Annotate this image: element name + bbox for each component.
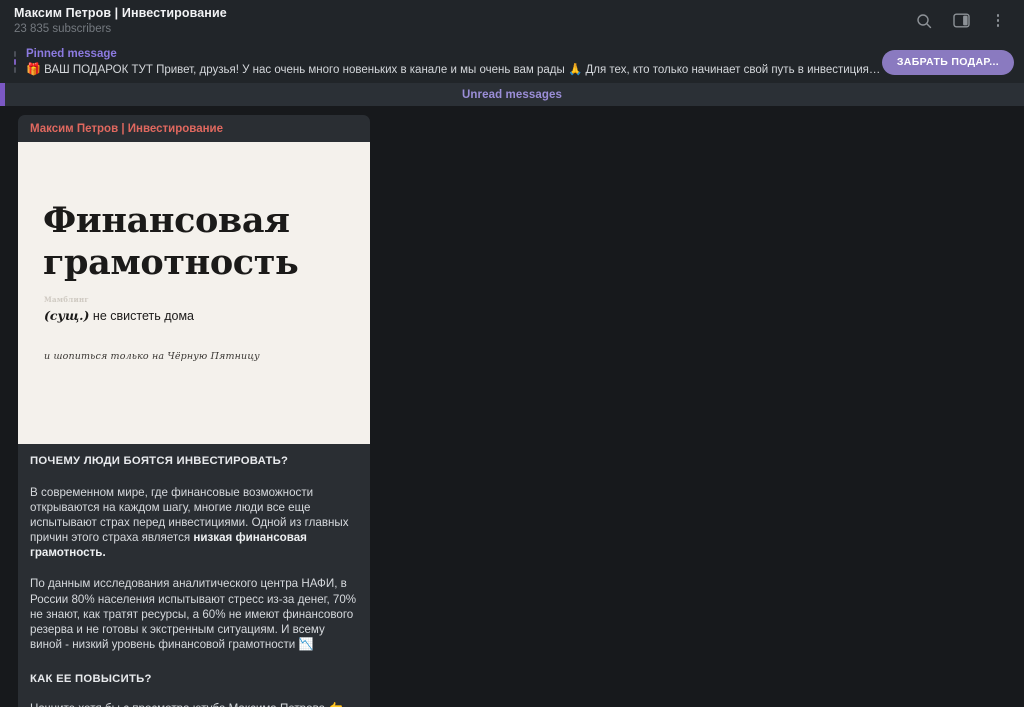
sidebar-toggle-icon[interactable] [951, 11, 971, 31]
pinned-message-bar[interactable]: Pinned message 🎁 ВАШ ПОДАРОК ТУТ Привет,… [0, 41, 1024, 83]
poster-title: Финансовая грамотность [43, 200, 350, 284]
chart-decreasing-icon: 📉 [298, 636, 314, 651]
pinned-message-text: 🎁 ВАШ ПОДАРОК ТУТ Привет, друзья! У нас … [26, 62, 882, 78]
claim-gift-button[interactable]: ЗАБРАТЬ ПОДАР... [881, 49, 1014, 75]
message-list[interactable]: Максим Петров | Инвестирование Финансова… [0, 106, 1024, 707]
poster-title-line1: Финансовая [43, 200, 290, 241]
pointing-right-icon: 👉 [328, 701, 343, 707]
message-photo[interactable]: Финансовая грамотность Мамблинг (сущ.) н… [18, 142, 370, 444]
more-menu-icon[interactable] [988, 11, 1008, 31]
message-heading-2: КАК ЕЕ ПОВЫСИТЬ? [30, 672, 152, 685]
poster-watermark: Мамблинг [44, 295, 89, 304]
pinned-message-content: Pinned message 🎁 ВАШ ПОДАРОК ТУТ Привет,… [26, 47, 882, 78]
pinned-message-body: ВАШ ПОДАРОК ТУТ Привет, друзья! У нас оч… [44, 63, 882, 76]
more-menu-dots [996, 14, 1000, 27]
poster-part-of-speech: (сущ.) [44, 308, 90, 323]
poster-title-line2: грамотность [43, 242, 299, 283]
message-paragraph-1: В современном мире, где финансовые возмо… [30, 485, 358, 560]
message-heading-1: ПОЧЕМУ ЛЮДИ БОЯТСЯ ИНВЕСТИРОВАТЬ? [30, 455, 289, 467]
unread-messages-divider: Unread messages [0, 83, 1024, 106]
message-paragraph-3: Начните хотя бы с просмотра ютуба Максим… [30, 701, 358, 707]
poster-note: и шопиться только на Чёрную Пятницу [44, 351, 260, 362]
pinned-indicator [14, 51, 16, 73]
unread-messages-label: Unread messages [462, 88, 562, 101]
chat-header: Максим Петров | Инвестирование 23 835 su… [0, 0, 1024, 41]
gift-icon: 🎁 [26, 61, 41, 76]
message-paragraph-2: По данным исследования аналитического це… [30, 576, 358, 651]
chat-header-titles[interactable]: Максим Петров | Инвестирование 23 835 su… [14, 6, 914, 36]
search-icon[interactable] [914, 11, 934, 31]
poster-content: Финансовая грамотность Мамблинг (сущ.) н… [18, 142, 370, 444]
header-actions [914, 11, 1012, 31]
message-paragraph-3-text: Начните хотя бы с просмотра ютуба Максим… [30, 702, 328, 707]
page-title: Максим Петров | Инвестирование [14, 5, 227, 20]
message-author[interactable]: Максим Петров | Инвестирование [18, 115, 370, 142]
pinned-message-label: Pinned message [26, 47, 117, 60]
subscriber-count: 23 835 subscribers [14, 22, 112, 35]
poster-definition-text: не свистеть дома [89, 309, 195, 323]
poster-definition: (сущ.) не свистеть дома [44, 308, 194, 324]
channel-message-bubble[interactable]: Максим Петров | Инвестирование Финансова… [18, 115, 370, 707]
telegram-channel-window: Максим Петров | Инвестирование 23 835 su… [0, 0, 1024, 707]
message-text-block: ПОЧЕМУ ЛЮДИ БОЯТСЯ ИНВЕСТИРОВАТЬ? В совр… [18, 444, 370, 707]
